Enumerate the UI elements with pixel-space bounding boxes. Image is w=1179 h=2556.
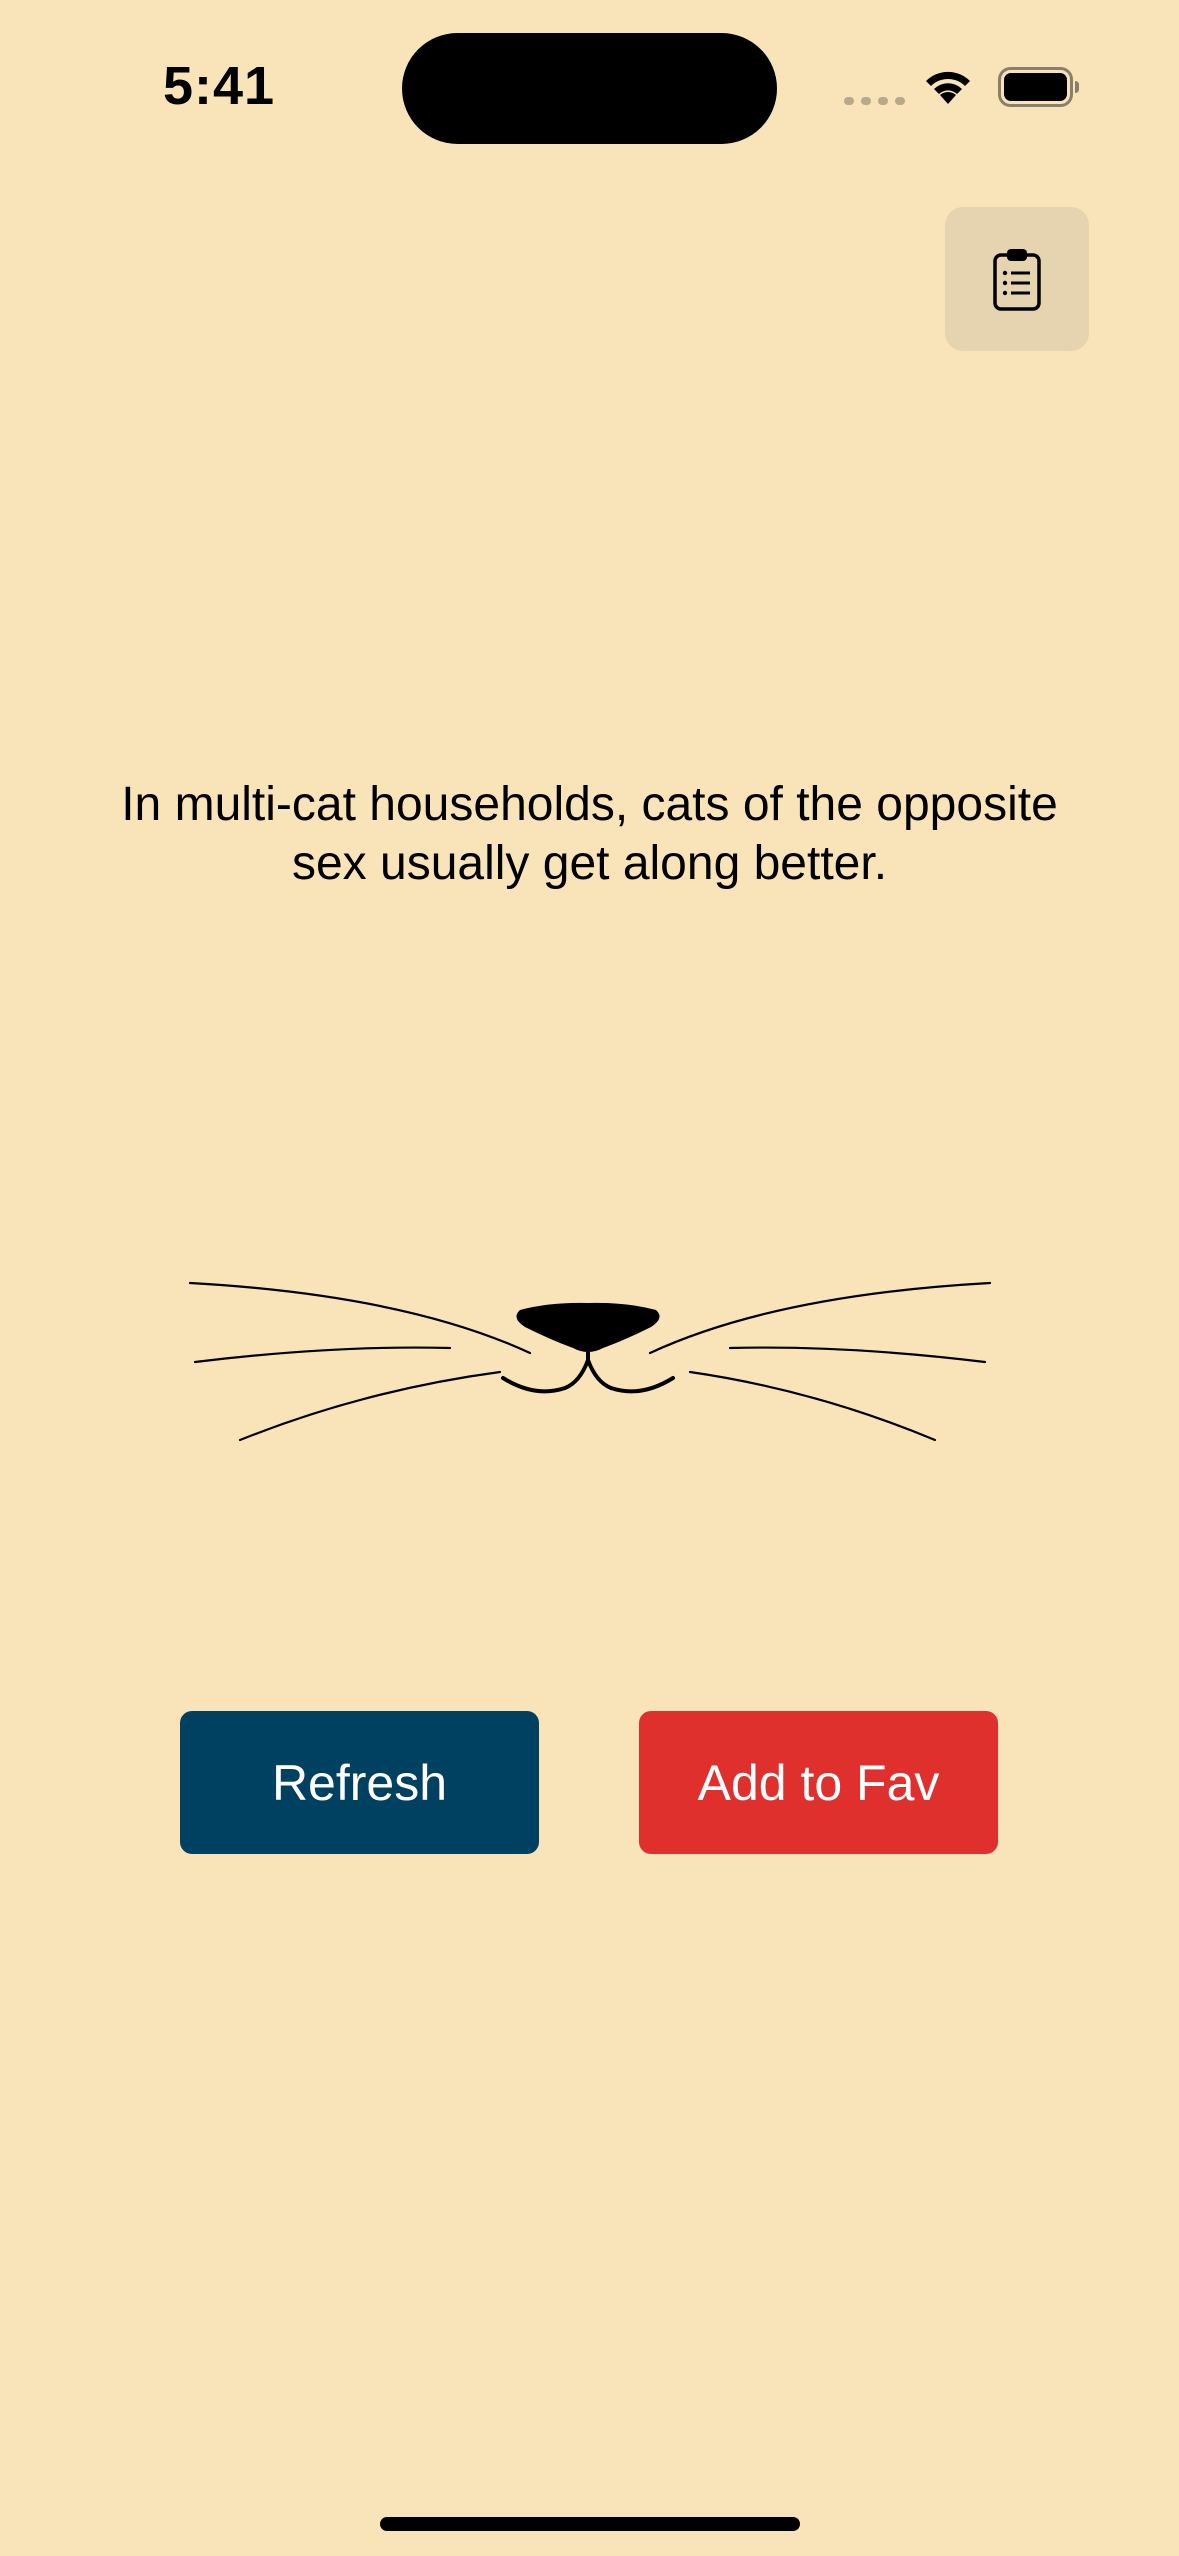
battery-icon bbox=[998, 67, 1079, 107]
dynamic-island bbox=[402, 33, 777, 144]
status-bar: 5:41 bbox=[0, 0, 1179, 170]
cellular-signal-icon bbox=[844, 97, 905, 105]
status-time: 5:41 bbox=[163, 56, 276, 116]
clipboard-button[interactable] bbox=[945, 207, 1089, 351]
add-to-fav-button[interactable]: Add to Fav bbox=[639, 1711, 998, 1854]
cat-whiskers-icon bbox=[188, 1281, 992, 1442]
refresh-button[interactable]: Refresh bbox=[180, 1711, 539, 1854]
clipboard-list-icon bbox=[993, 249, 1041, 311]
wifi-icon bbox=[926, 71, 970, 104]
home-indicator[interactable] bbox=[380, 2517, 800, 2531]
cat-fact-text: In multi-cat households, cats of the opp… bbox=[121, 778, 1058, 890]
